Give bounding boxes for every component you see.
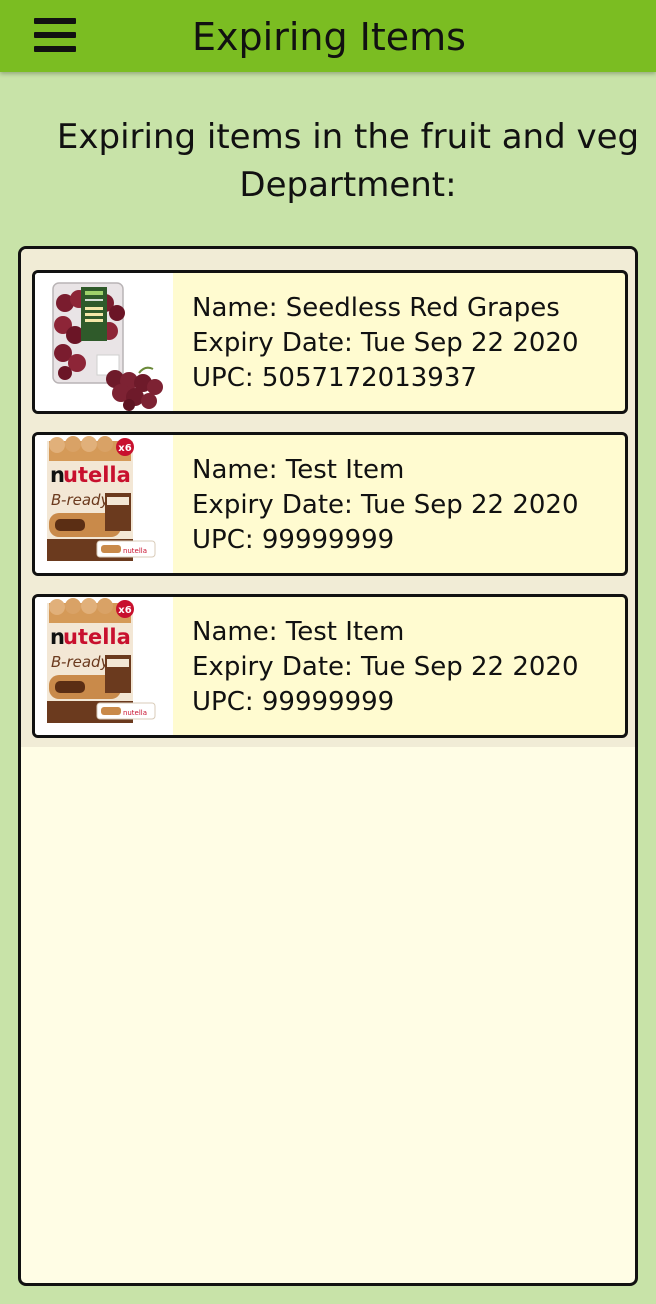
item-upc: UPC: 99999999	[192, 687, 395, 717]
item-expiry-date: Expiry Date: Tue Sep 22 2020	[192, 490, 579, 520]
nutella-b-ready-image: x6 n utella B-ready nutella	[35, 597, 173, 735]
svg-text:nutella: nutella	[123, 547, 147, 555]
svg-text:B-ready: B-ready	[51, 653, 111, 671]
app-bar: Expiring Items	[0, 0, 656, 72]
item-expiry-date: Expiry Date: Tue Sep 22 2020	[192, 328, 579, 358]
svg-text:x6: x6	[118, 605, 131, 616]
svg-text:utella: utella	[63, 463, 131, 487]
subtitle-line-2: Department:	[239, 165, 457, 205]
expiring-items-panel: Name: Seedless Red Grapes Expiry Date: T…	[18, 246, 638, 1286]
expiring-items-list[interactable]: Name: Seedless Red Grapes Expiry Date: T…	[21, 249, 635, 747]
page-subtitle: Expiring items in the fruit and veg Depa…	[40, 113, 656, 209]
svg-text:utella: utella	[63, 625, 131, 649]
list-item[interactable]: x6 n utella B-ready nutella Name: Test I…	[32, 594, 628, 738]
red-grapes-package-image	[35, 273, 173, 411]
item-name: Name: Seedless Red Grapes	[192, 293, 560, 323]
svg-text:x6: x6	[118, 443, 131, 454]
item-details: Name: Seedless Red Grapes Expiry Date: T…	[192, 291, 579, 396]
item-details: Name: Test Item Expiry Date: Tue Sep 22 …	[192, 453, 579, 558]
item-details: Name: Test Item Expiry Date: Tue Sep 22 …	[192, 615, 579, 720]
item-name: Name: Test Item	[192, 455, 405, 485]
item-upc: UPC: 99999999	[192, 525, 395, 555]
subtitle-line-1: Expiring items in the fruit and veg	[56, 117, 640, 157]
list-item[interactable]: Name: Seedless Red Grapes Expiry Date: T…	[32, 270, 628, 414]
nutella-b-ready-image: x6 n utella B-ready nutella	[35, 435, 173, 573]
svg-text:nutella: nutella	[123, 709, 147, 717]
item-upc: UPC: 5057172013937	[192, 363, 477, 393]
item-expiry-date: Expiry Date: Tue Sep 22 2020	[192, 652, 579, 682]
svg-text:B-ready: B-ready	[51, 491, 111, 509]
app-bar-title: Expiring Items	[192, 15, 466, 59]
list-item[interactable]: x6 n utella B-ready nutella Name: Test I…	[32, 432, 628, 576]
item-name: Name: Test Item	[192, 617, 405, 647]
